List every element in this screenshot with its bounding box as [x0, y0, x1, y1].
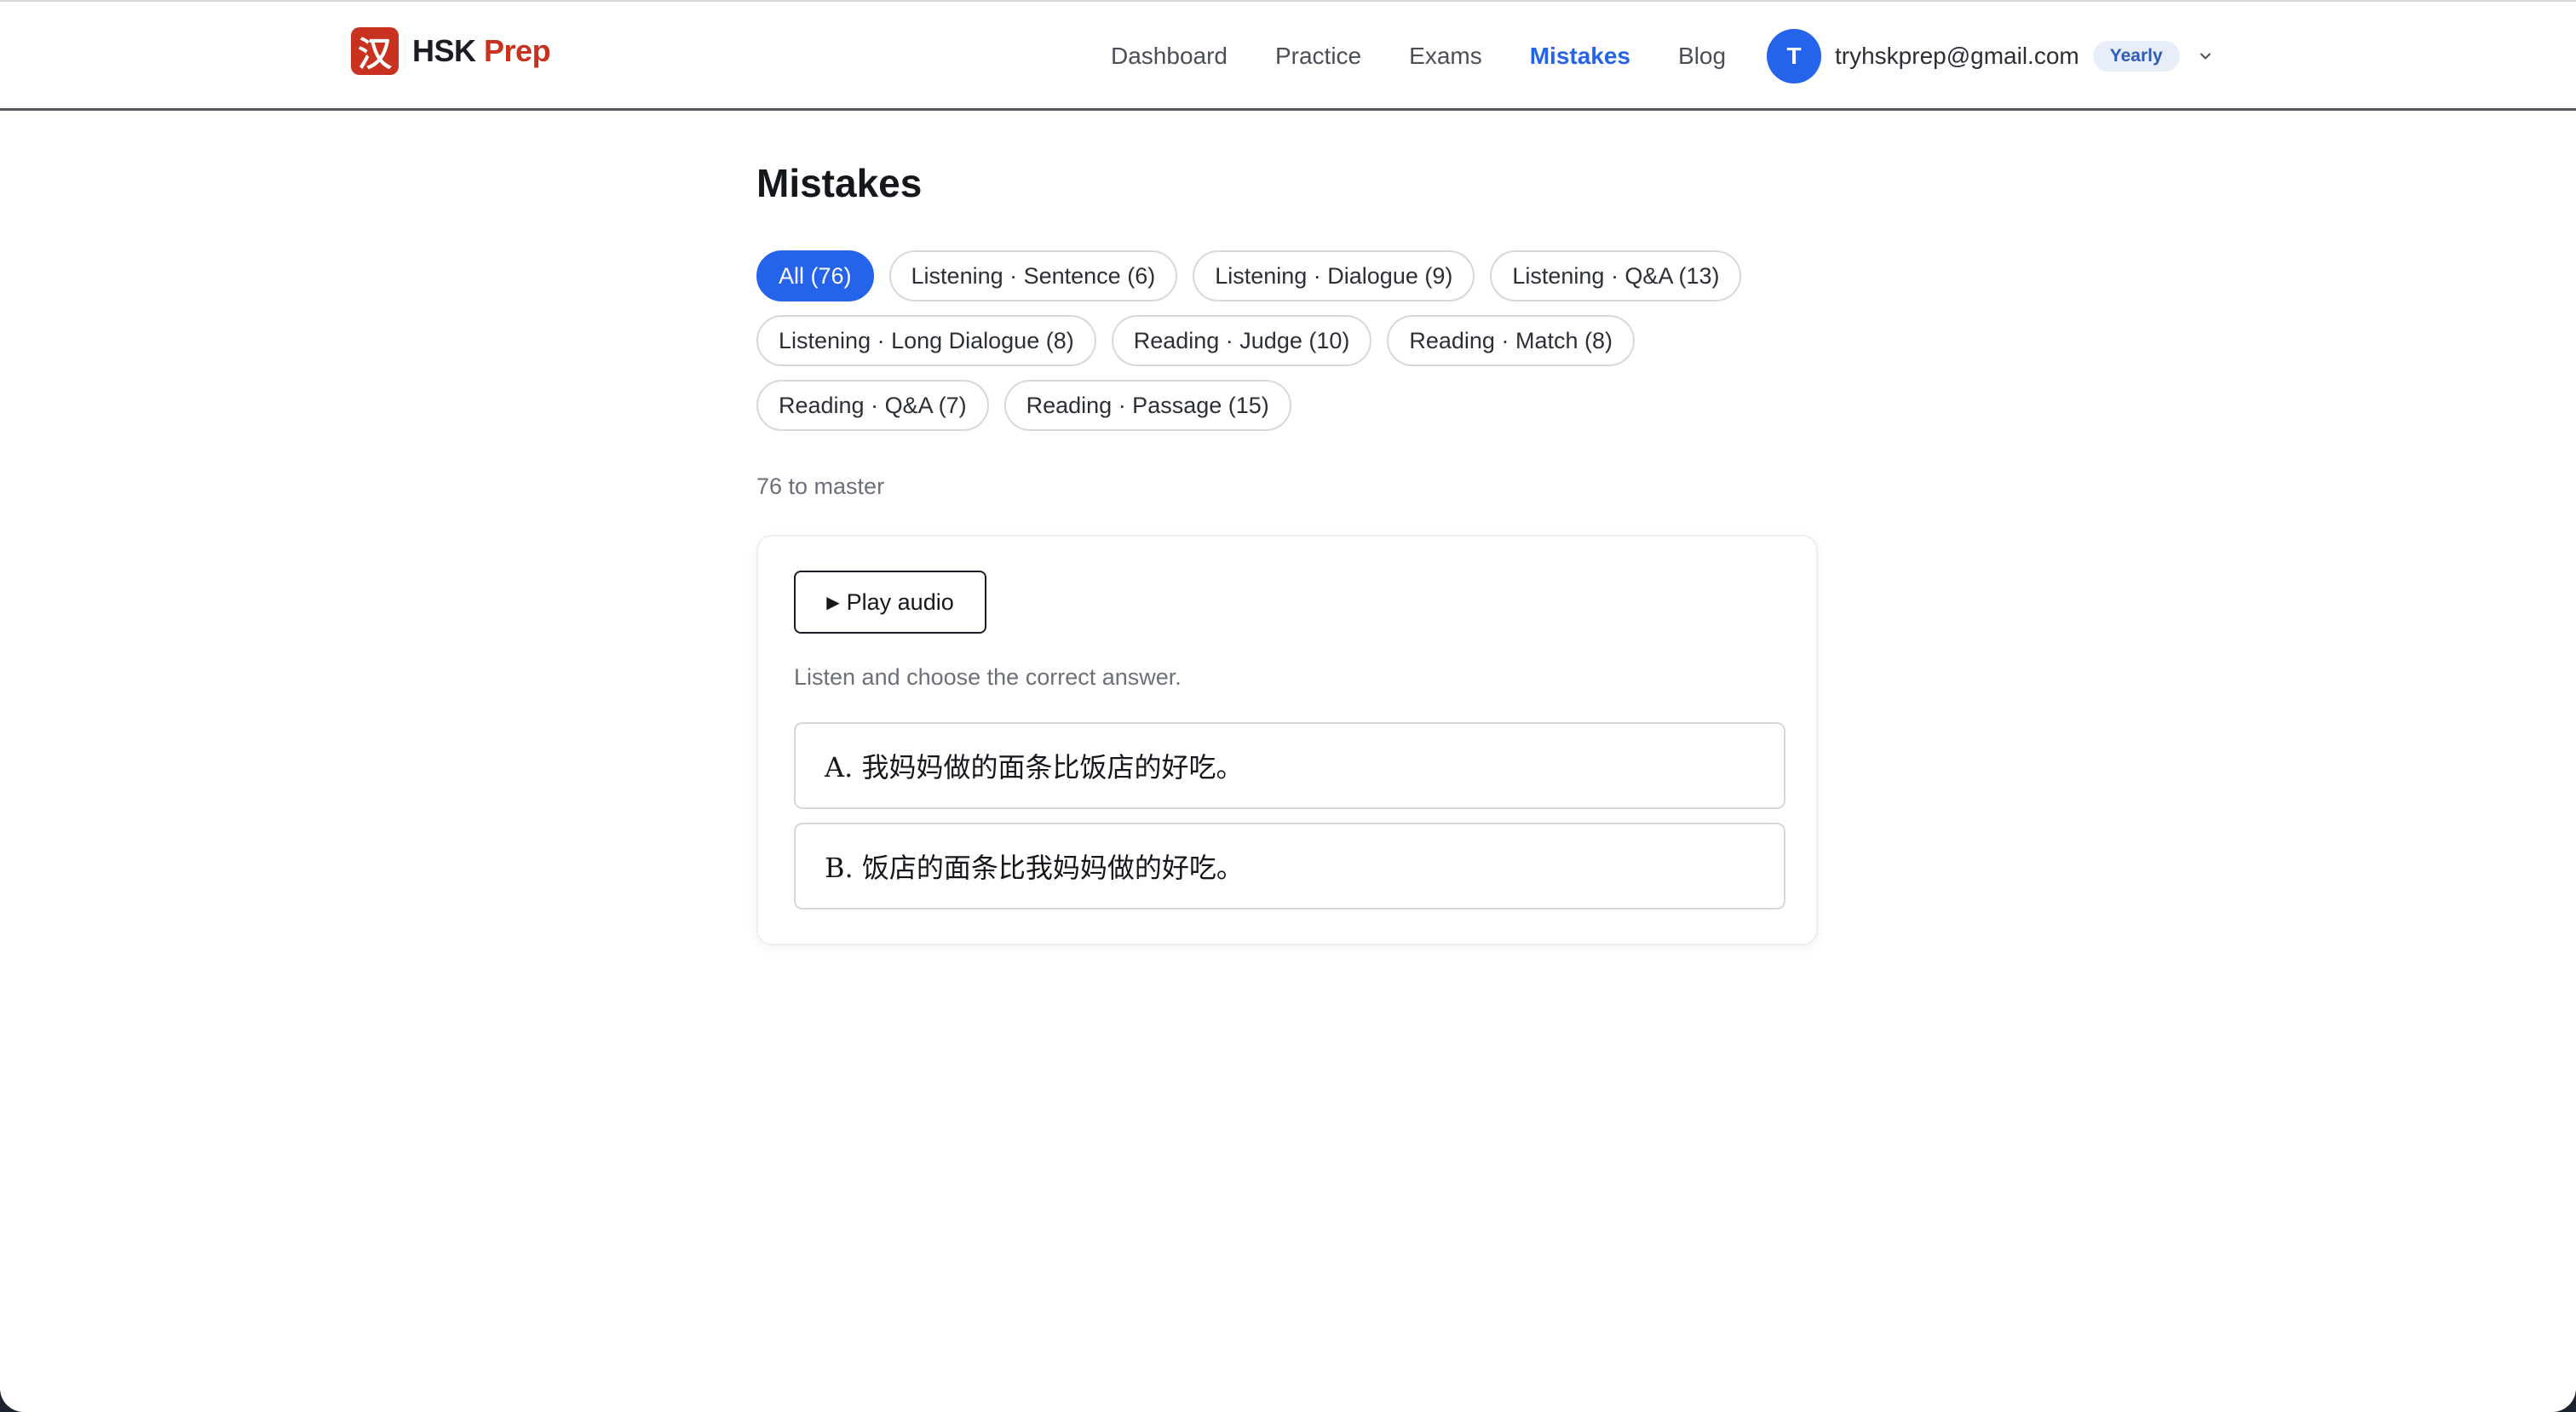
filter-row-1: All (76) Listening · Sentence (6) Listen… [756, 250, 1818, 301]
filter-reading-match[interactable]: Reading · Match (8) [1387, 315, 1635, 366]
brand-logo[interactable]: 汉 HSK Prep [351, 27, 551, 75]
play-audio-button[interactable]: ▶ Play audio [794, 571, 986, 634]
top-header: 汉 HSK Prep Dashboard Practice Exams Mist… [0, 2, 2576, 111]
filter-listening-qa[interactable]: Listening · Q&A (13) [1490, 250, 1742, 301]
answer-option-b[interactable]: B. 饭店的面条比我妈妈做的好吃。 [794, 823, 1785, 910]
account-menu[interactable]: T tryhskprep@gmail.com Yearly [1767, 29, 2214, 83]
filter-listening-sentence[interactable]: Listening · Sentence (6) [888, 250, 1178, 301]
app-window: 汉 HSK Prep Dashboard Practice Exams Mist… [0, 0, 2576, 1412]
answer-option-a[interactable]: A. 我妈妈做的面条比饭店的好吃。 [794, 722, 1785, 809]
filter-listening-dialogue[interactable]: Listening · Dialogue (9) [1193, 250, 1475, 301]
chevron-down-icon[interactable] [2197, 48, 2214, 65]
mistake-count-note: 76 to master [756, 474, 885, 499]
filter-all[interactable]: All (76) [756, 250, 874, 301]
brand-name-main: HSK [412, 33, 476, 68]
filter-reading-qa[interactable]: Reading · Q&A (7) [756, 380, 989, 431]
filter-reading-judge[interactable]: Reading · Judge (10) [1111, 315, 1372, 366]
filter-chips: All (76) Listening · Sentence (6) Listen… [756, 250, 1818, 445]
nav-mistakes[interactable]: Mistakes [1530, 43, 1630, 70]
filter-reading-passage[interactable]: Reading · Passage (15) [1003, 380, 1291, 431]
page-title: Mistakes [756, 161, 923, 205]
logo-icon: 汉 [351, 27, 399, 75]
avatar[interactable]: T [1767, 29, 1821, 83]
play-icon: ▶ [826, 593, 840, 612]
filter-row-3: Reading · Q&A (7) Reading · Passage (15) [756, 380, 1818, 431]
play-audio-label: Play audio [846, 588, 954, 615]
nav-dashboard[interactable]: Dashboard [1111, 43, 1228, 70]
filter-row-2: Listening · Long Dialogue (8) Reading · … [756, 315, 1818, 366]
main-nav: Dashboard Practice Exams Mistakes Blog [1111, 2, 1774, 111]
nav-exams[interactable]: Exams [1409, 43, 1482, 70]
filter-listening-long-dialogue[interactable]: Listening · Long Dialogue (8) [756, 315, 1096, 366]
brand-name: HSK Prep [412, 33, 551, 69]
brand-name-accent: Prep [484, 33, 551, 68]
plan-badge: Yearly [2092, 41, 2180, 72]
nav-blog[interactable]: Blog [1678, 43, 1726, 70]
nav-practice[interactable]: Practice [1275, 43, 1361, 70]
account-email: tryhskprep@gmail.com [1835, 43, 2079, 69]
question-card: ▶ Play audio Listen and choose the corre… [756, 535, 1818, 945]
question-instruction: Listen and choose the correct answer. [794, 664, 1182, 690]
